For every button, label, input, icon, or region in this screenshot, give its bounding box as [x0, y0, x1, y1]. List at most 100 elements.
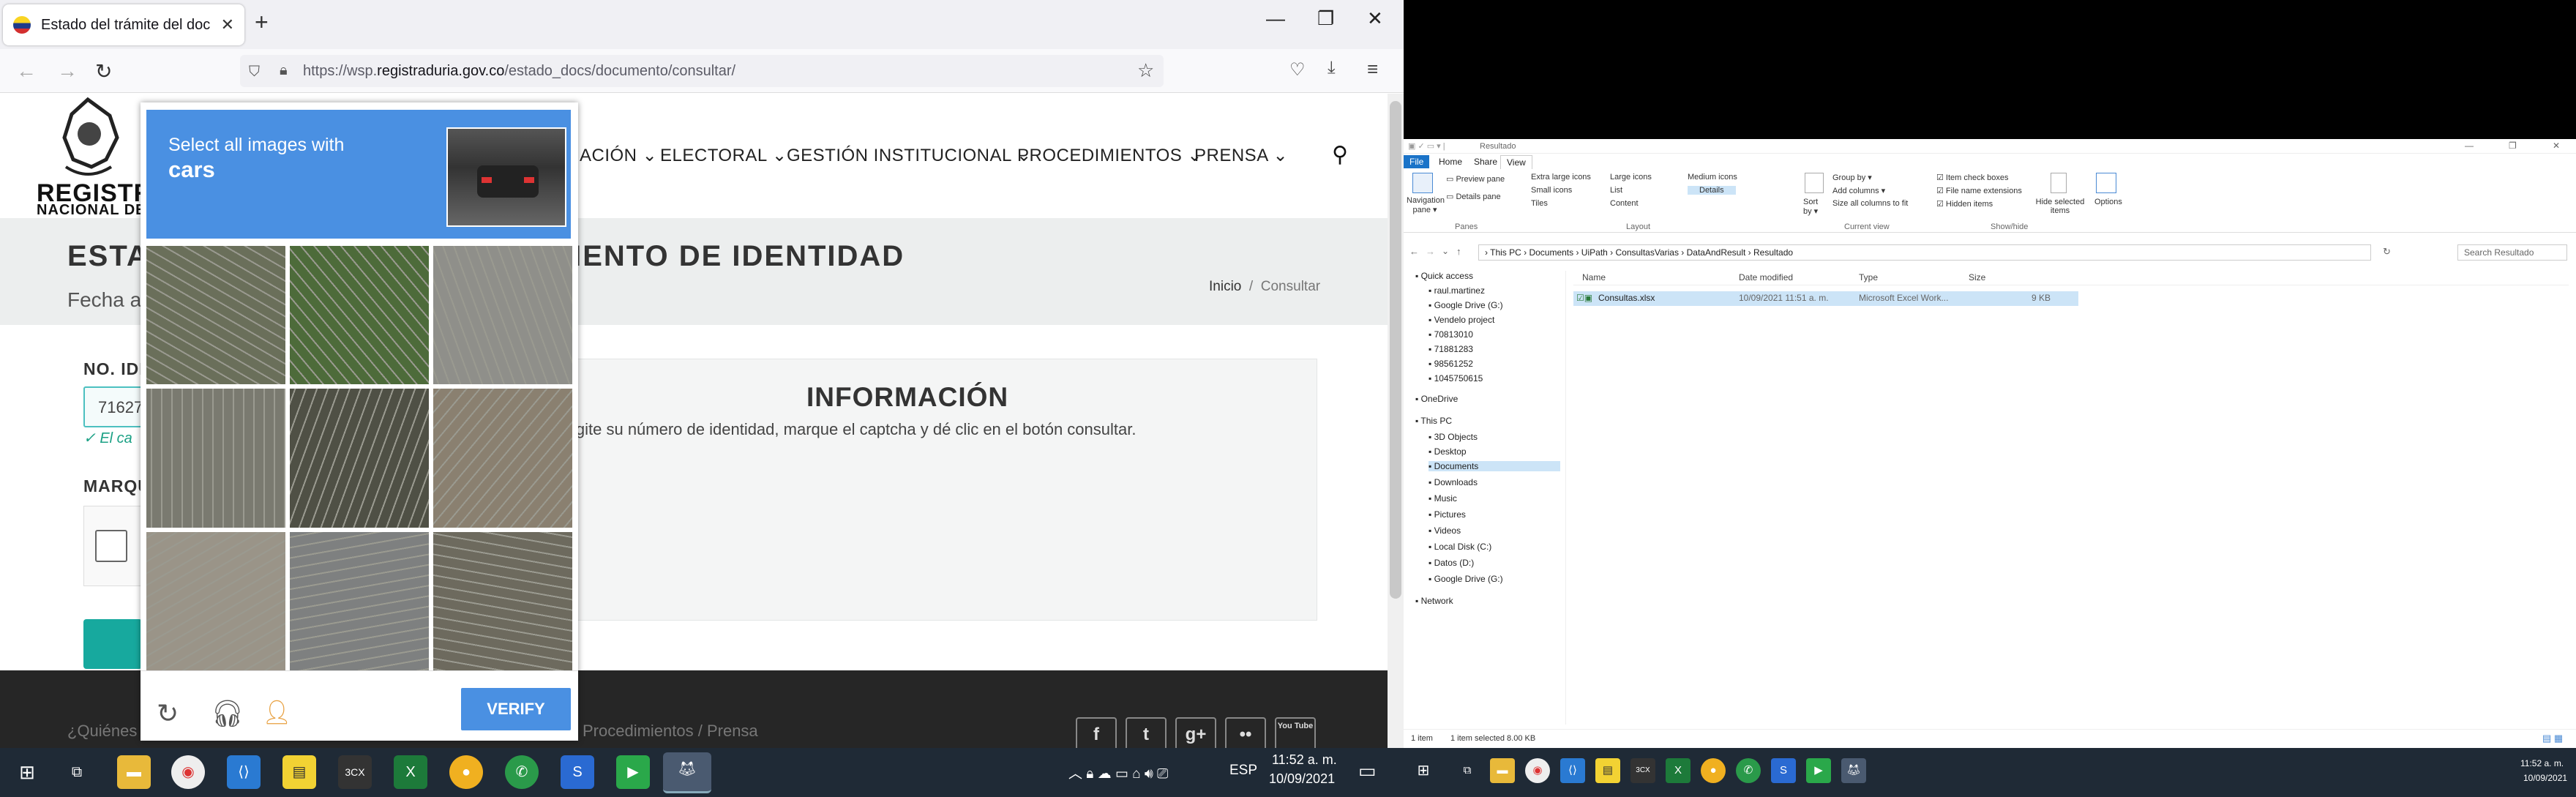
firefox-icon[interactable]: 🦊︎ — [663, 752, 711, 793]
nav-item[interactable]: ▪ Google Drive (G:) — [1429, 300, 1503, 310]
nav-item[interactable]: ▪ 98561252 — [1429, 359, 1473, 369]
column-name[interactable]: Name — [1582, 272, 1606, 282]
task-view-icon[interactable]: ⧉ — [60, 755, 94, 789]
captcha-tile[interactable] — [146, 246, 285, 385]
task-view-icon-right[interactable]: ⧉ — [1455, 758, 1480, 783]
search-icon[interactable]: ⚲ — [1332, 142, 1348, 168]
pocket-icon[interactable]: ♡ — [1289, 59, 1306, 81]
firefox-icon-right[interactable]: 🦊︎ — [1841, 758, 1866, 783]
tab-home[interactable]: Home — [1433, 155, 1468, 168]
start-icon-right[interactable]: ⊞ — [1411, 758, 1436, 783]
consultar-button[interactable] — [83, 619, 142, 669]
nav-item[interactable]: ▪ 70813010 — [1429, 329, 1473, 340]
facebook-icon[interactable]: f — [1076, 717, 1117, 752]
nav-item[interactable]: ▪ Local Disk (C:) — [1429, 542, 1491, 552]
hide-selected-button[interactable]: Hide selected items — [2034, 198, 2086, 215]
up-folder-icon[interactable]: ↑ — [1456, 246, 1461, 257]
hidden-items-toggle[interactable]: ☑ Hidden items — [1936, 199, 1993, 209]
nav-item[interactable]: ▪ This PC — [1415, 416, 1452, 426]
menu-item-educacion[interactable]: ACIÓN ⌄ — [580, 145, 657, 166]
whatsapp-icon-right[interactable]: ✆ — [1736, 758, 1761, 783]
layout-medium[interactable]: Medium icons — [1688, 173, 1737, 182]
bookmark-star-icon[interactable]: ☆ — [1137, 59, 1154, 82]
details-view-icon[interactable]: ▤ ▦ — [2542, 733, 2563, 744]
nav-item[interactable]: ▪ Desktop — [1429, 446, 1467, 457]
whatsapp-icon[interactable]: ✆ — [505, 755, 539, 789]
youtube-icon[interactable]: You Tube — [1275, 717, 1316, 752]
nav-item[interactable]: ▪ Google Drive (G:) — [1429, 574, 1503, 584]
captcha-tile[interactable] — [433, 246, 572, 385]
captcha-tile[interactable] — [433, 531, 572, 670]
item-check-boxes-toggle[interactable]: ☑ Item check boxes — [1936, 173, 2009, 182]
notifications-icon[interactable]: ▭ — [1358, 760, 1377, 782]
browser-tab[interactable]: Estado del trámite del documento ✕ — [3, 4, 244, 45]
flickr-icon[interactable]: •• — [1225, 717, 1266, 752]
clock-time[interactable]: 11:52 a. m. — [1272, 752, 1337, 768]
preview-pane-button[interactable]: ▭ Preview pane — [1446, 174, 1505, 184]
breadcrumb-home[interactable]: Inicio — [1209, 279, 1241, 294]
tab-view[interactable]: View — [1500, 155, 1532, 169]
3cx-icon-right[interactable]: 3CX — [1630, 758, 1655, 783]
nav-item[interactable]: ▪ 1045750615 — [1429, 373, 1483, 383]
close-tab-icon[interactable]: ✕ — [221, 15, 234, 34]
shield-icon[interactable]: ⛉ — [249, 64, 260, 81]
add-columns-button[interactable]: Add columns ▾ — [1832, 186, 1885, 195]
excel-icon-right[interactable]: X — [1666, 758, 1690, 783]
3cx-icon[interactable]: 3CX — [338, 755, 372, 789]
minimize-icon[interactable]: — — [1266, 7, 1285, 30]
menu-item-electoral[interactable]: ELECTORAL ⌄ — [660, 145, 787, 166]
verify-button[interactable]: VERIFY — [461, 688, 571, 730]
nav-item[interactable]: ▪ Network — [1415, 596, 1453, 606]
nav-item[interactable]: ▪ Pictures — [1429, 509, 1466, 520]
forward-icon[interactable]: → — [57, 59, 78, 83]
quick-access-toolbar[interactable]: ▣ ✓ ▭ ▾ | — [1408, 141, 1445, 151]
captcha-tile[interactable] — [146, 389, 285, 528]
clock-date[interactable]: 10/09/2021 — [1269, 771, 1335, 787]
sort-by-button[interactable]: Sort by ▾ — [1803, 198, 1827, 216]
reload-challenge-icon[interactable]: ↻ — [157, 698, 179, 729]
nav-item[interactable]: ▪ Quick access — [1415, 271, 1473, 281]
details-pane-button[interactable]: ▭ Details pane — [1446, 192, 1501, 201]
norton-icon[interactable]: ● — [449, 755, 483, 789]
file-row-consultas[interactable]: ☑▣ Consultas.xlsx 10/09/2021 11:51 a. m.… — [1573, 291, 2078, 306]
layout-details[interactable]: Details — [1688, 186, 1736, 195]
google-plus-icon[interactable]: g+ — [1175, 717, 1216, 752]
captcha-tile[interactable] — [146, 531, 285, 670]
twitter-icon[interactable]: t — [1126, 717, 1167, 752]
layout-content[interactable]: Content — [1610, 199, 1639, 208]
nav-item[interactable]: ▪ Videos — [1429, 525, 1461, 536]
explorer-forward-icon[interactable]: → — [1426, 246, 1435, 257]
captcha-tile[interactable] — [290, 531, 429, 670]
clock-date-right[interactable]: 10/09/2021 — [2523, 773, 2567, 783]
explorer-minimize-icon[interactable]: — — [2465, 141, 2474, 151]
lock-icon[interactable]: 🔒︎ — [280, 62, 288, 79]
nav-item[interactable]: ▪ Vendelo project — [1429, 315, 1494, 325]
address-bar[interactable]: › This PC › Documents › UiPath › Consult… — [1478, 244, 2371, 261]
audio-challenge-icon[interactable]: 🎧︎ — [211, 698, 244, 729]
layout-extra-large[interactable]: Extra large icons — [1531, 173, 1591, 182]
menu-item-gestion[interactable]: GESTIÓN INSTITUCIONAL ⌄ — [787, 145, 1032, 166]
nav-item[interactable]: ▪ OneDrive — [1415, 394, 1458, 404]
chrome-icon[interactable]: ◉ — [171, 755, 205, 789]
menu-icon[interactable]: ≡ — [1367, 58, 1378, 81]
nav-item[interactable]: ▪ raul.martinez — [1429, 285, 1485, 296]
navigation-pane-button[interactable]: Navigation pane ▾ — [1407, 196, 1445, 214]
column-date[interactable]: Date modified — [1739, 272, 1793, 282]
nav-item[interactable]: ▪ Downloads — [1429, 477, 1478, 487]
layout-small[interactable]: Small icons — [1531, 186, 1572, 195]
explorer-search-input[interactable]: Search Resultado — [2457, 244, 2567, 261]
start-icon[interactable]: ⊞ — [10, 755, 44, 789]
tab-share[interactable]: Share — [1468, 155, 1503, 168]
column-size[interactable]: Size — [1969, 272, 1985, 282]
options-button[interactable]: Options — [2094, 198, 2122, 206]
layout-tiles[interactable]: Tiles — [1531, 199, 1548, 208]
tray-icons[interactable]: ︿ 🔒︎ ☁ ▭ ⌂ 🔊︎ ⎚ — [1068, 763, 1168, 782]
nav-item[interactable]: ▪ 3D Objects — [1429, 432, 1478, 442]
explorer-close-icon[interactable]: ✕ — [2553, 141, 2560, 151]
sticky-notes-icon[interactable]: ▤ — [282, 755, 316, 789]
close-window-icon[interactable]: ✕ — [1367, 7, 1383, 30]
vscode-icon[interactable]: ⟨⟩ — [227, 755, 261, 789]
new-tab-icon[interactable]: + — [255, 9, 269, 36]
footer-links-right[interactable]: Procedimientos / Prensa — [583, 722, 758, 741]
vscode-icon-right[interactable]: ⟨⟩ — [1560, 758, 1585, 783]
